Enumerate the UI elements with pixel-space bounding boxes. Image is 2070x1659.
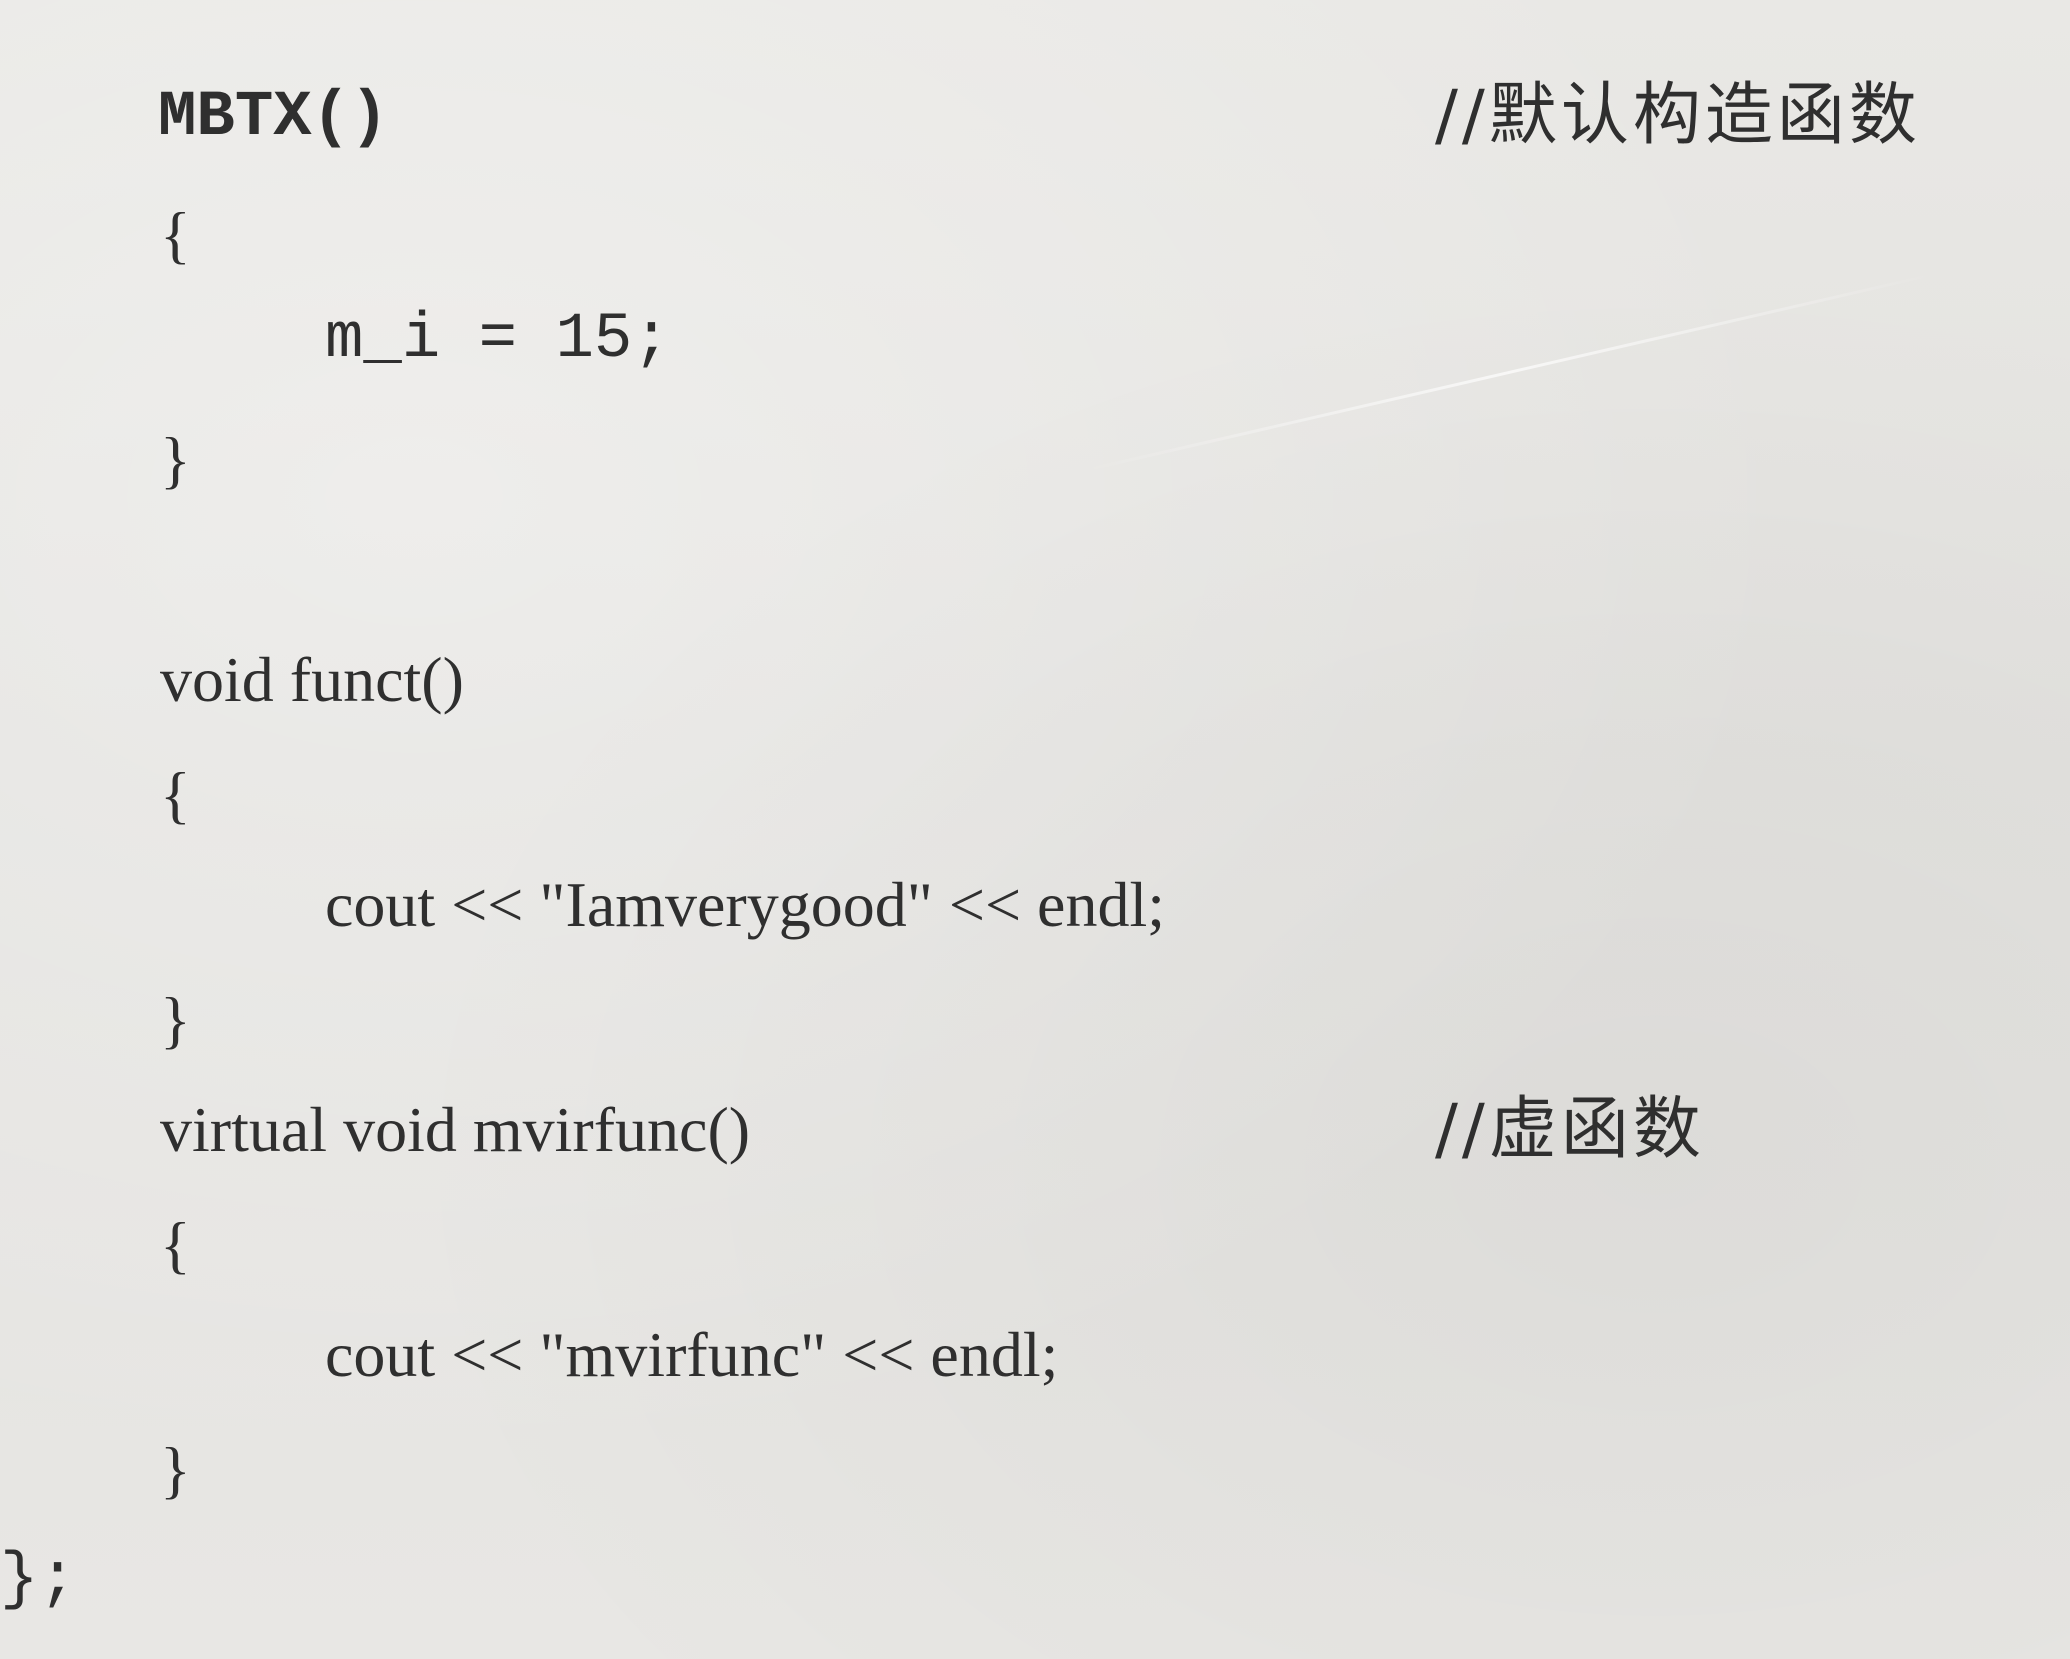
constructor-body: m_i = 15; [325,304,671,376]
mvirfunc-open-brace: { [160,1209,191,1280]
mvirfunc-close-brace: } [160,1434,191,1505]
constructor-comment: //默认构造函数 [1435,76,1921,155]
funct-close-brace: } [160,984,191,1055]
funct-body: cout << "Iamverygood" << endl; [325,869,1165,940]
mvirfunc-body: cout << "mvirfunc" << endl; [325,1319,1059,1390]
constructor-close-brace: } [160,424,191,495]
virtual-comment: //虚函数 [1435,1090,1705,1169]
funct-open-brace: { [160,759,191,830]
constructor-signature: MBTX() [158,82,389,154]
mvirfunc-signature: virtual void mvirfunc() [160,1094,751,1165]
funct-signature: void funct() [160,644,464,715]
page-background [0,0,2070,1659]
class-end: }; [0,1544,77,1616]
constructor-open-brace: { [160,199,191,270]
